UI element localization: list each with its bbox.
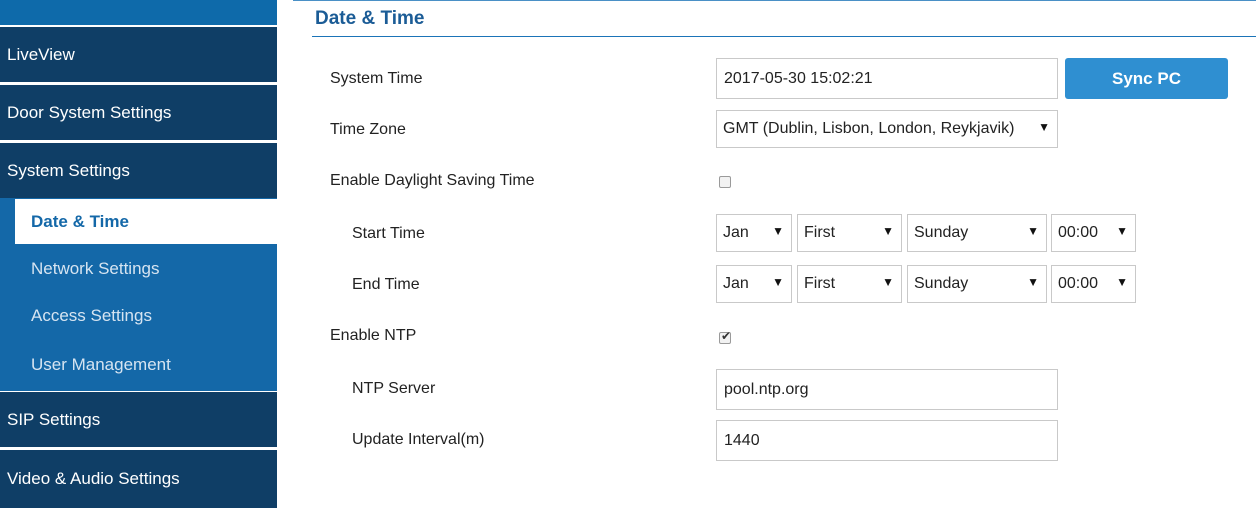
caret-down-icon: ▼	[1038, 120, 1050, 134]
caret-down-icon: ▼	[1116, 224, 1128, 238]
start-time-label: Start Time	[352, 225, 425, 242]
system-time-label: System Time	[330, 70, 423, 87]
update-interval-input[interactable]: 1440	[716, 420, 1058, 461]
start-month-value: Jan	[723, 224, 749, 241]
enable-ntp-checkbox[interactable]: ✔	[719, 329, 732, 344]
end-day-select[interactable]: Sunday ▼	[907, 265, 1047, 303]
end-month-value: Jan	[723, 275, 749, 292]
sidebar-subitem-date-time[interactable]: Date & Time	[15, 199, 277, 244]
sidebar-subitem-label: Date & Time	[31, 211, 129, 231]
caret-down-icon: ▼	[772, 275, 784, 289]
system-time-value: 2017-05-30 15:02:21	[724, 69, 873, 87]
sidebar: LiveView Door System Settings System Set…	[0, 0, 277, 508]
sidebar-item-system-settings[interactable]: System Settings	[0, 143, 277, 198]
end-month-select[interactable]: Jan ▼	[716, 265, 792, 303]
page-title: Date & Time	[315, 8, 425, 29]
sidebar-item-video-audio-settings[interactable]: Video & Audio Settings	[0, 450, 277, 508]
start-week-value: First	[804, 224, 836, 241]
end-week-value: First	[804, 275, 836, 292]
update-interval-label: Update Interval(m)	[352, 431, 485, 448]
sidebar-item-label: Video & Audio Settings	[7, 469, 180, 488]
end-hour-value: 00:00	[1058, 275, 1099, 292]
caret-down-icon: ▼	[882, 224, 894, 238]
sidebar-subitem-network-settings[interactable]: Network Settings	[15, 246, 277, 291]
start-hour-select[interactable]: 00:00 ▼	[1051, 214, 1136, 252]
caret-down-icon: ▼	[772, 224, 784, 238]
time-zone-select[interactable]: GMT (Dublin, Lisbon, London, Reykjavik) …	[716, 110, 1058, 148]
end-day-value: Sunday	[914, 275, 969, 292]
sidebar-item-label: Door System Settings	[7, 102, 172, 122]
enable-ntp-label: Enable NTP	[330, 327, 417, 344]
start-day-value: Sunday	[914, 224, 969, 241]
daylight-saving-label: Enable Daylight Saving Time	[330, 172, 535, 189]
sidebar-subitem-user-management[interactable]: User Management	[15, 341, 277, 388]
daylight-saving-checkbox[interactable]	[719, 176, 731, 188]
caret-down-icon: ▼	[882, 275, 894, 289]
sync-pc-button[interactable]: Sync PC	[1065, 58, 1228, 99]
sidebar-subitem-label: User Management	[31, 354, 171, 374]
ntp-server-label: NTP Server	[352, 380, 436, 397]
sidebar-item-sip-settings[interactable]: SIP Settings	[0, 392, 277, 447]
top-border	[293, 0, 1256, 1]
sidebar-item-label: LiveView	[7, 44, 75, 64]
sidebar-item-label: System Settings	[7, 160, 130, 180]
sidebar-subitem-label: Network Settings	[31, 258, 160, 278]
time-zone-value: GMT (Dublin, Lisbon, London, Reykjavik)	[723, 120, 1015, 137]
sidebar-item-label: SIP Settings	[7, 409, 101, 429]
ntp-server-value: pool.ntp.org	[724, 380, 809, 398]
sidebar-item-liveview[interactable]: LiveView	[0, 27, 277, 82]
title-underline	[312, 36, 1256, 37]
sidebar-top-strip	[0, 0, 277, 25]
start-hour-value: 00:00	[1058, 224, 1099, 241]
start-week-select[interactable]: First ▼	[797, 214, 902, 252]
sidebar-subitem-label: Access Settings	[31, 306, 152, 325]
caret-down-icon: ▼	[1027, 275, 1039, 289]
start-day-select[interactable]: Sunday ▼	[907, 214, 1047, 252]
end-hour-select[interactable]: 00:00 ▼	[1051, 265, 1136, 303]
caret-down-icon: ▼	[1116, 275, 1128, 289]
ntp-server-input[interactable]: pool.ntp.org	[716, 369, 1058, 410]
caret-down-icon: ▼	[1027, 224, 1039, 238]
sidebar-subitem-access-settings[interactable]: Access Settings	[15, 293, 277, 339]
sidebar-item-door-system-settings[interactable]: Door System Settings	[0, 85, 277, 140]
system-time-field[interactable]: 2017-05-30 15:02:21	[716, 58, 1058, 99]
time-zone-label: Time Zone	[330, 121, 406, 138]
update-interval-value: 1440	[724, 431, 760, 449]
start-month-select[interactable]: Jan ▼	[716, 214, 792, 252]
end-time-label: End Time	[352, 276, 420, 293]
end-week-select[interactable]: First ▼	[797, 265, 902, 303]
checkmark-icon: ✔	[721, 329, 732, 343]
